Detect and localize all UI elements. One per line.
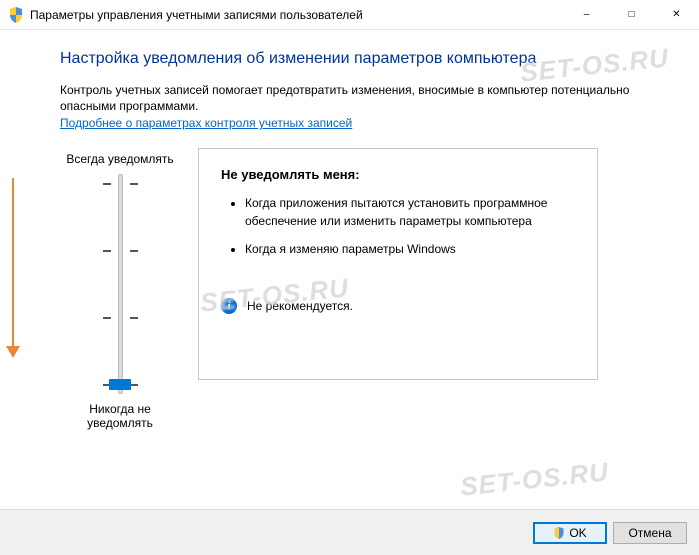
slider-label-always: Всегда уведомлять <box>60 152 180 166</box>
recommendation-row: i Не рекомендуется. <box>221 298 575 314</box>
slider-label-never: Никогда не уведомлять <box>60 402 180 430</box>
maximize-button[interactable]: □ <box>609 0 654 30</box>
learn-more-link[interactable]: Подробнее о параметрах контроля учетных … <box>60 116 352 130</box>
cancel-button[interactable]: Отмена <box>613 522 687 544</box>
dialog-footer: OK Отмена <box>0 509 699 555</box>
page-heading: Настройка уведомления об изменении парам… <box>60 50 659 68</box>
cancel-button-label: Отмена <box>628 526 671 540</box>
recommendation-text: Не рекомендуется. <box>247 299 353 313</box>
slider-track <box>118 174 123 394</box>
slider-column: Всегда уведомлять Никогда не уведомлять <box>60 148 180 438</box>
content-area: Настройка уведомления об изменении парам… <box>0 30 699 448</box>
uac-shield-icon <box>8 7 24 23</box>
uac-shield-icon <box>553 527 565 539</box>
watermark: SET-OS.RU <box>459 456 611 502</box>
list-item: Когда я изменяю параметры Windows <box>245 240 575 258</box>
slider-section: Всегда уведомлять Никогда не уведомлять … <box>60 148 659 438</box>
titlebar: Параметры управления учетными записями п… <box>0 0 699 30</box>
window-title: Параметры управления учетными записями п… <box>30 8 564 22</box>
ok-button-label: OK <box>569 526 586 540</box>
close-button[interactable]: ✕ <box>654 0 699 30</box>
description-panel: Не уведомлять меня: Когда приложения пыт… <box>198 148 598 380</box>
description-title: Не уведомлять меня: <box>221 167 575 182</box>
uac-slider[interactable] <box>60 174 180 394</box>
info-icon: i <box>221 298 237 314</box>
ok-button[interactable]: OK <box>533 522 607 544</box>
minimize-button[interactable]: – <box>564 0 609 30</box>
list-item: Когда приложения пытаются установить про… <box>245 194 575 230</box>
description-list: Когда приложения пытаются установить про… <box>221 194 575 258</box>
annotation-arrow <box>12 178 14 348</box>
intro-text: Контроль учетных записей помогает предот… <box>60 82 659 114</box>
slider-thumb[interactable] <box>109 379 131 390</box>
